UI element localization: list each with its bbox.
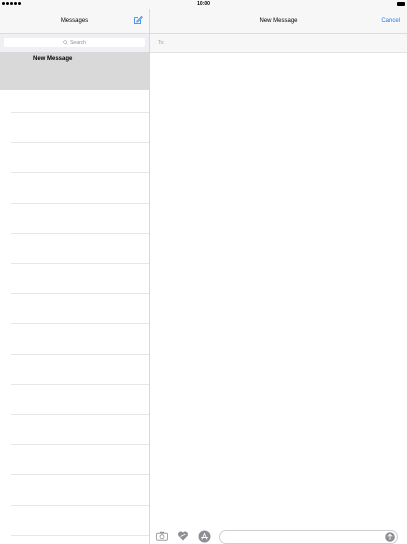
row-separator [11, 414, 149, 415]
right-nav-bar: New Message Cancel [150, 9, 407, 34]
message-input[interactable] [219, 530, 398, 544]
row-separator [11, 323, 149, 325]
row-separator [11, 293, 149, 295]
row-separator [11, 172, 149, 174]
search-input[interactable]: Search [4, 38, 145, 47]
row-separator [11, 142, 149, 144]
recipient-field[interactable]: To: [150, 34, 407, 53]
digital-touch-heart-icon[interactable] [177, 530, 189, 542]
row-separator [11, 534, 149, 536]
to-label: To: [158, 40, 165, 46]
compose-toolbar [150, 527, 407, 544]
row-separator [11, 263, 149, 264]
new-message-pane: New Message Cancel To: [150, 9, 407, 544]
row-separator [11, 232, 149, 234]
left-nav-bar: Messages [0, 9, 149, 34]
search-icon [63, 40, 68, 45]
list-item[interactable]: New Message [0, 52, 149, 90]
row-separator [11, 474, 149, 476]
new-message-title: New Message [259, 18, 298, 24]
status-bar: 10:00 [0, 0, 407, 9]
row-separator [11, 444, 149, 446]
status-time: 10:00 [197, 1, 210, 7]
search-area: Search [0, 34, 149, 52]
conversation-list-pane: Messages Search New Message [0, 9, 150, 544]
row-separator [11, 504, 149, 506]
app-store-icon[interactable] [198, 530, 211, 543]
row-separator [11, 112, 149, 113]
battery-icon [397, 2, 405, 6]
search-placeholder: Search [70, 39, 86, 46]
cancel-button[interactable]: Cancel [381, 9, 400, 33]
messages-title: Messages [60, 18, 89, 24]
conversation-name: New Message [33, 56, 73, 62]
row-separator [11, 202, 149, 204]
send-arrow-icon[interactable] [385, 532, 395, 542]
camera-icon[interactable] [156, 531, 168, 541]
row-separator [11, 353, 149, 355]
row-separator [11, 383, 149, 385]
compose-icon[interactable] [133, 15, 143, 25]
